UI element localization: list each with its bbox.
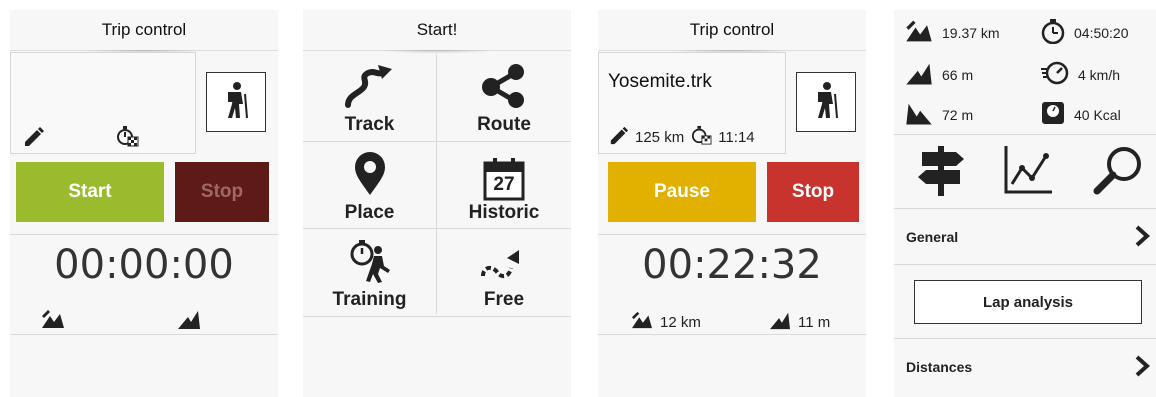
track-arrow-icon	[344, 63, 396, 114]
menu-label: Route	[477, 114, 531, 135]
pencil-icon	[609, 125, 629, 149]
descent-icon	[904, 100, 934, 129]
menu-label: Training	[332, 289, 407, 310]
activity-profile-button[interactable]	[796, 72, 856, 132]
screen-title: Start!	[303, 10, 571, 54]
stopwatch-runner-icon	[348, 238, 392, 289]
stop-button[interactable]: Stop	[175, 162, 269, 222]
menu-route[interactable]: Route	[437, 54, 571, 140]
grid-divider	[303, 316, 571, 317]
free-path-icon	[479, 244, 529, 289]
stat-value: 4 km/h	[1078, 66, 1121, 83]
total-distance: 125 km	[635, 128, 685, 146]
calendar-day: 27	[493, 174, 515, 195]
signpost-icon[interactable]	[916, 144, 966, 201]
stat-time: 04:50:20	[1040, 18, 1129, 47]
general-row[interactable]: General	[894, 212, 1156, 262]
track-summary: 125 km 11:14	[609, 125, 755, 149]
start-menu-screen: Start! Track Route Place 27 Historic Tra…	[303, 10, 571, 397]
divider	[894, 264, 1156, 265]
divider	[894, 208, 1156, 209]
divider	[10, 334, 278, 335]
lap-analysis-button[interactable]: Lap analysis	[914, 280, 1142, 324]
divider	[10, 234, 278, 235]
stat-value: 04:50:20	[1074, 24, 1129, 41]
menu-training[interactable]: Training	[303, 229, 436, 315]
track-name: Yosemite.trk	[608, 71, 712, 92]
stat-value: 19.37 km	[942, 24, 1000, 41]
trip-timer: 00:00:00	[54, 242, 234, 288]
ascent-stat: 11 m	[768, 310, 830, 334]
trip-control-screen-idle: Trip control Start Stop 00:00:00	[10, 10, 278, 397]
ascent-icon	[176, 308, 202, 335]
menu-label: Track	[344, 114, 395, 135]
stat-value: 66 m	[942, 66, 974, 83]
trip-stats-screen: 19.37 km 04:50:20 66 m 4 km/h 72 m 40 Kc…	[894, 10, 1156, 397]
distances-row[interactable]: Distances	[894, 342, 1156, 392]
ascent-value: 11 m	[798, 313, 831, 331]
magnifier-icon[interactable]	[1092, 144, 1144, 201]
menu-free[interactable]: Free	[437, 229, 571, 315]
stopwatch-icon	[1040, 18, 1066, 47]
distances-label: Distances	[906, 359, 973, 375]
pencil-icon	[23, 125, 45, 152]
general-label: General	[906, 229, 959, 245]
start-button[interactable]: Start	[16, 162, 164, 222]
stopwatch-flag-icon	[115, 125, 139, 152]
speedometer-icon	[1040, 60, 1070, 89]
stat-distance: 19.37 km	[904, 18, 1000, 47]
menu-label: Historic	[468, 202, 540, 223]
stop-button[interactable]: Stop	[767, 162, 859, 222]
stat-calories: 40 Kcal	[1040, 100, 1121, 129]
menu-historic[interactable]: 27 Historic	[437, 142, 571, 228]
scale-icon	[1040, 100, 1066, 129]
track-info-panel[interactable]	[10, 52, 196, 154]
pause-button[interactable]: Pause	[608, 162, 756, 222]
share-nodes-icon	[479, 63, 529, 114]
stat-ascent: 66 m	[904, 60, 973, 89]
estimated-time: 11:14	[718, 128, 755, 146]
menu-label: Place	[344, 202, 395, 223]
trip-control-screen-running: Trip control Yosemite.trk 125 km 11:14 P…	[598, 10, 866, 397]
distance-icon	[630, 310, 654, 334]
chart-icon[interactable]	[1002, 144, 1054, 201]
map-pin-icon	[350, 151, 390, 202]
chevron-right-icon	[1134, 225, 1150, 250]
stopwatch-flag-icon	[690, 125, 712, 149]
stat-speed: 4 km/h	[1040, 60, 1120, 89]
divider	[894, 338, 1156, 339]
hiker-icon	[809, 80, 843, 125]
ascent-icon	[904, 60, 934, 89]
stat-value: 72 m	[942, 106, 974, 123]
menu-track[interactable]: Track	[303, 54, 436, 140]
distance-stat: 12 km	[630, 310, 701, 334]
menu-place[interactable]: Place	[303, 142, 436, 228]
menu-label: Free	[483, 289, 525, 310]
chevron-right-icon	[1134, 355, 1150, 380]
divider	[598, 334, 866, 335]
calendar-icon: 27	[482, 156, 526, 202]
ascent-icon	[768, 310, 792, 334]
trip-timer: 00:22:32	[642, 242, 822, 288]
screen-title: Trip control	[598, 10, 866, 54]
divider	[598, 234, 866, 235]
stat-value: 40 Kcal	[1074, 106, 1121, 123]
activity-profile-button[interactable]	[206, 72, 266, 132]
screen-title: Trip control	[10, 10, 278, 54]
hiker-icon	[219, 80, 253, 125]
divider	[894, 134, 1156, 135]
distance-icon	[904, 18, 934, 47]
distance-icon	[40, 308, 66, 335]
distance-value: 12 km	[660, 313, 701, 331]
stat-descent: 72 m	[904, 100, 973, 129]
track-info-panel[interactable]: Yosemite.trk 125 km 11:14	[598, 52, 786, 154]
